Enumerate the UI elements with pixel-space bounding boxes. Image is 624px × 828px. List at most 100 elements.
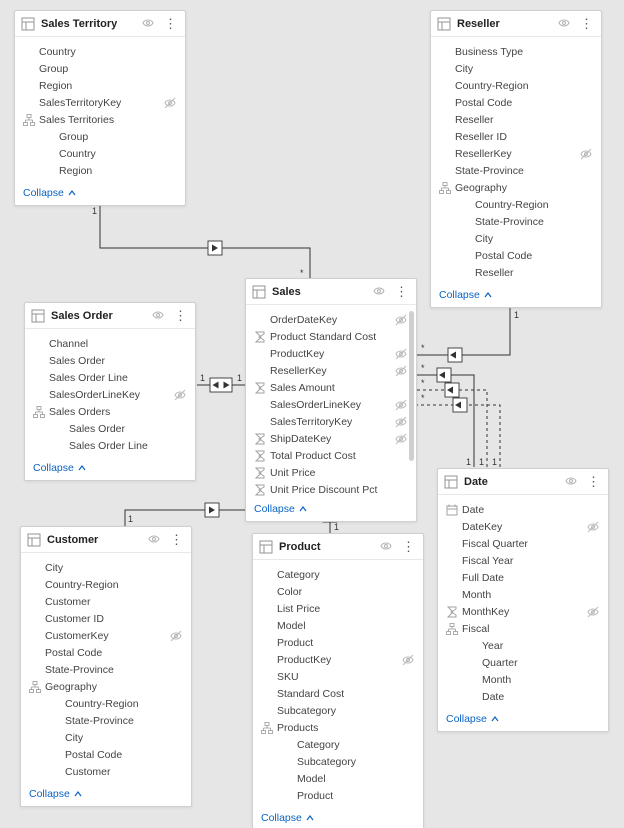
table-header[interactable]: Date ⋮ — [438, 469, 608, 495]
field-row[interactable]: Group — [15, 60, 185, 77]
table-header[interactable]: Product ⋮ — [253, 534, 423, 560]
field-row[interactable]: Channel — [25, 335, 195, 352]
visibility-icon[interactable] — [152, 309, 166, 323]
field-row[interactable]: Reseller — [431, 111, 601, 128]
rel-date-sales-1[interactable]: 1 * — [417, 363, 474, 467]
field-row[interactable]: ProductKey — [253, 651, 423, 668]
field-row[interactable]: Reseller — [431, 264, 601, 281]
field-row[interactable]: MonthKey — [438, 603, 608, 620]
more-icon[interactable]: ⋮ — [400, 540, 417, 553]
field-row[interactable]: Quarter — [438, 654, 608, 671]
more-icon[interactable]: ⋮ — [172, 309, 189, 322]
field-row[interactable]: State-Province — [431, 213, 601, 230]
field-row[interactable]: SalesTerritoryKey — [15, 94, 185, 111]
field-row[interactable]: Country — [15, 43, 185, 60]
field-row[interactable]: SalesOrderLineKey — [25, 386, 195, 403]
visibility-icon[interactable] — [148, 533, 162, 547]
rel-date-sales-2[interactable]: 1 * — [417, 378, 487, 467]
scrollbar[interactable] — [409, 311, 414, 461]
field-row[interactable]: ResellerKey — [246, 362, 416, 379]
table-date[interactable]: Date ⋮ DateDateKeyFiscal QuarterFiscal Y… — [437, 468, 609, 732]
table-header[interactable]: Sales Territory ⋮ — [15, 11, 185, 37]
visibility-icon[interactable] — [380, 540, 394, 554]
table-sales-order[interactable]: Sales Order ⋮ ChannelSales OrderSales Or… — [24, 302, 196, 481]
field-row[interactable]: ProductKey — [246, 345, 416, 362]
field-row[interactable]: Subcategory — [253, 702, 423, 719]
field-row[interactable]: Year — [438, 637, 608, 654]
field-row[interactable]: Subcategory — [253, 753, 423, 770]
field-row[interactable]: Date — [438, 688, 608, 705]
field-row[interactable]: Geography — [21, 678, 191, 695]
field-row[interactable]: City — [431, 230, 601, 247]
field-row[interactable]: Product Standard Cost — [246, 328, 416, 345]
rel-date-sales-3[interactable]: 1 * — [417, 393, 500, 467]
field-row[interactable]: Date — [438, 501, 608, 518]
field-row[interactable]: Sales Order Line — [25, 437, 195, 454]
field-row[interactable]: Customer ID — [21, 610, 191, 627]
field-row[interactable]: Sales Amount — [246, 379, 416, 396]
field-row[interactable]: City — [21, 729, 191, 746]
field-row[interactable]: State-Province — [431, 162, 601, 179]
table-header[interactable]: Customer ⋮ — [21, 527, 191, 553]
table-header[interactable]: Sales ⋮ — [246, 279, 416, 305]
field-row[interactable]: State-Province — [21, 661, 191, 678]
field-row[interactable]: Unit Price Discount Pct — [246, 481, 416, 498]
model-canvas[interactable]: 1 * 1 1 1 * 1 * — [0, 0, 624, 828]
more-icon[interactable]: ⋮ — [162, 17, 179, 30]
field-row[interactable]: Model — [253, 617, 423, 634]
field-row[interactable]: Category — [253, 566, 423, 583]
visibility-icon[interactable] — [142, 17, 156, 31]
field-row[interactable]: Sales Orders — [25, 403, 195, 420]
table-product[interactable]: Product ⋮ CategoryColorList PriceModelPr… — [252, 533, 424, 828]
table-sales-territory[interactable]: Sales Territory ⋮ CountryGroupRegionSale… — [14, 10, 186, 206]
field-row[interactable]: Month — [438, 586, 608, 603]
field-row[interactable]: Sales Order — [25, 420, 195, 437]
table-header[interactable]: Sales Order ⋮ — [25, 303, 195, 329]
collapse-link[interactable]: Collapse — [261, 812, 302, 824]
field-row[interactable]: City — [431, 60, 601, 77]
field-row[interactable]: ResellerKey — [431, 145, 601, 162]
table-customer[interactable]: Customer ⋮ CityCountry-RegionCustomerCus… — [20, 526, 192, 807]
field-row[interactable]: Unit Price — [246, 464, 416, 481]
field-row[interactable]: Sales Order — [25, 352, 195, 369]
field-row[interactable]: ShipDateKey — [246, 430, 416, 447]
field-row[interactable]: Full Date — [438, 569, 608, 586]
table-header[interactable]: Reseller ⋮ — [431, 11, 601, 37]
field-row[interactable]: Region — [15, 77, 185, 94]
field-row[interactable]: Region — [15, 162, 185, 179]
field-row[interactable]: Product — [253, 634, 423, 651]
rel-salesterritory-sales[interactable]: 1 * — [92, 205, 310, 278]
field-row[interactable]: Month — [438, 671, 608, 688]
collapse-link[interactable]: Collapse — [29, 788, 70, 800]
field-row[interactable]: Total Product Cost — [246, 447, 416, 464]
more-icon[interactable]: ⋮ — [393, 285, 410, 298]
field-row[interactable]: Group — [15, 128, 185, 145]
field-row[interactable]: Customer — [21, 593, 191, 610]
field-row[interactable]: List Price — [253, 600, 423, 617]
more-icon[interactable]: ⋮ — [585, 475, 602, 488]
collapse-link[interactable]: Collapse — [33, 462, 74, 474]
field-row[interactable]: Country-Region — [21, 576, 191, 593]
field-row[interactable]: Fiscal Quarter — [438, 535, 608, 552]
field-row[interactable]: Postal Code — [431, 247, 601, 264]
visibility-icon[interactable] — [558, 17, 572, 31]
field-row[interactable]: Country-Region — [431, 196, 601, 213]
visibility-icon[interactable] — [373, 285, 387, 299]
collapse-link[interactable]: Collapse — [23, 187, 64, 199]
field-row[interactable]: Postal Code — [431, 94, 601, 111]
field-row[interactable]: Country-Region — [431, 77, 601, 94]
rel-reseller-sales[interactable]: 1 * — [417, 308, 519, 362]
field-row[interactable]: Postal Code — [21, 644, 191, 661]
field-row[interactable]: Sales Territories — [15, 111, 185, 128]
collapse-link[interactable]: Collapse — [439, 289, 480, 301]
field-row[interactable]: Standard Cost — [253, 685, 423, 702]
field-row[interactable]: Fiscal — [438, 620, 608, 637]
field-row[interactable]: SKU — [253, 668, 423, 685]
field-row[interactable]: Sales Order Line — [25, 369, 195, 386]
collapse-link[interactable]: Collapse — [254, 503, 295, 515]
field-row[interactable]: CustomerKey — [21, 627, 191, 644]
field-row[interactable]: Color — [253, 583, 423, 600]
field-row[interactable]: OrderDateKey — [246, 311, 416, 328]
field-row[interactable]: DateKey — [438, 518, 608, 535]
field-row[interactable]: Business Type — [431, 43, 601, 60]
